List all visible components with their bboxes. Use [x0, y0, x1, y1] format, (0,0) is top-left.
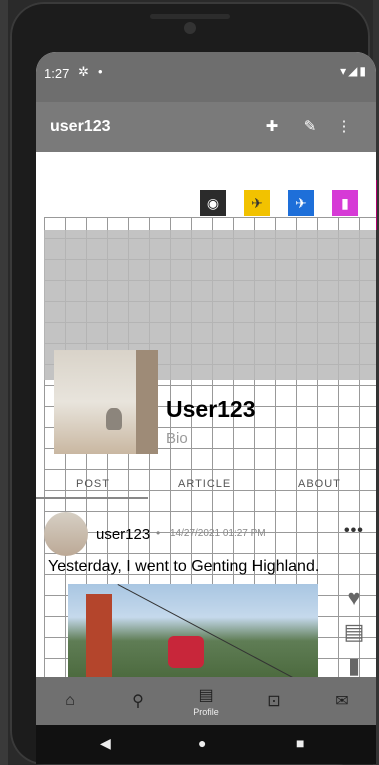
post-username[interactable]: user123 — [96, 526, 150, 543]
front-camera — [184, 22, 196, 34]
send-icon[interactable]: ✈ — [288, 190, 314, 216]
plane-glyph: ✈ — [251, 194, 263, 211]
bookmark-glyph: ▮ — [341, 194, 349, 211]
home-icon: ⌂ — [65, 692, 75, 709]
app-title: user123 — [50, 118, 111, 135]
profile-bio: Bio — [166, 430, 188, 447]
recents-icon[interactable]: ■ — [296, 735, 304, 751]
post-image[interactable] — [68, 584, 318, 677]
home-circle-icon[interactable]: ● — [198, 735, 206, 751]
notification-dot-icon: • — [98, 64, 103, 79]
post-separator: • — [156, 526, 161, 540]
profile-icon: ▤ — [198, 687, 214, 704]
signal-battery-icons: ▾◢▮ — [340, 64, 368, 78]
app-bar: user123 ✚ ✎ ⋮ — [36, 102, 376, 152]
camera-icon: ⊡ — [267, 693, 281, 710]
profile-avatar[interactable] — [54, 350, 158, 454]
add-icon[interactable]: ✚ — [262, 116, 282, 136]
comment-icon[interactable]: ▤ — [342, 619, 366, 644]
nav-profile-label: Profile — [193, 707, 219, 717]
bottom-nav: ⌂ ⚲ ▤ Profile ⊡ ✉ — [36, 677, 376, 725]
post-timestamp: 14/27/2021 01:27 PM — [170, 528, 266, 539]
system-nav-bar: ◀ ● ■ — [36, 725, 376, 764]
post-text: Yesterday, I went to Genting Highland. — [48, 558, 320, 575]
back-icon[interactable]: ◀ — [100, 735, 111, 752]
nav-camera[interactable]: ⊡ — [244, 677, 304, 725]
globe-glyph: ◉ — [206, 194, 220, 211]
tab-post[interactable]: POST — [76, 478, 110, 490]
settings-status-icon: ✲ — [78, 64, 89, 79]
status-time: 1:27 — [44, 66, 70, 81]
status-bar: 1:27 ✲ • ▾◢▮ — [36, 52, 376, 102]
device-edge-left — [0, 0, 8, 765]
tab-about[interactable]: ABOUT — [298, 478, 341, 490]
profile-content: ◉ ✈ ✈ ▮ User123 Bio POST ARTICLE ABOUT u… — [36, 152, 376, 677]
phone-speaker — [150, 14, 230, 19]
search-icon: ⚲ — [132, 693, 144, 710]
like-icon[interactable]: ♥ — [342, 585, 366, 610]
post-more-icon[interactable]: ••• — [344, 522, 364, 540]
send-glyph: ✈ — [295, 194, 307, 211]
nav-profile[interactable]: ▤ Profile — [176, 677, 236, 725]
phone-frame: 1:27 ✲ • ▾◢▮ user123 ✚ ✎ ⋮ ◉ ✈ ✈ ▮ User1… — [10, 2, 376, 765]
image-cable-shape — [117, 584, 295, 677]
profile-tabs: POST ARTICLE ABOUT — [36, 470, 376, 500]
nav-search[interactable]: ⚲ — [108, 677, 168, 725]
image-pagoda-shape — [86, 594, 112, 677]
bookmark-icon[interactable]: ▮ — [332, 190, 358, 216]
nav-home[interactable]: ⌂ — [40, 677, 100, 725]
image-gondola-shape — [168, 636, 204, 668]
nav-mail[interactable]: ✉ — [312, 677, 372, 725]
edit-icon[interactable]: ✎ — [300, 116, 320, 136]
plane-icon[interactable]: ✈ — [244, 190, 270, 216]
tab-article[interactable]: ARTICLE — [178, 478, 231, 490]
post-avatar[interactable] — [44, 512, 88, 556]
more-vert-icon[interactable]: ⋮ — [334, 116, 354, 136]
avatar-window-shape — [136, 350, 158, 454]
profile-name: User123 — [166, 396, 256, 422]
phone-screen: 1:27 ✲ • ▾◢▮ user123 ✚ ✎ ⋮ ◉ ✈ ✈ ▮ User1… — [36, 52, 376, 764]
globe-icon[interactable]: ◉ — [200, 190, 226, 216]
mail-icon: ✉ — [335, 693, 349, 710]
tab-indicator — [36, 497, 148, 499]
avatar-cat-shape — [106, 408, 122, 430]
share-icon[interactable]: ▮ — [342, 653, 366, 677]
